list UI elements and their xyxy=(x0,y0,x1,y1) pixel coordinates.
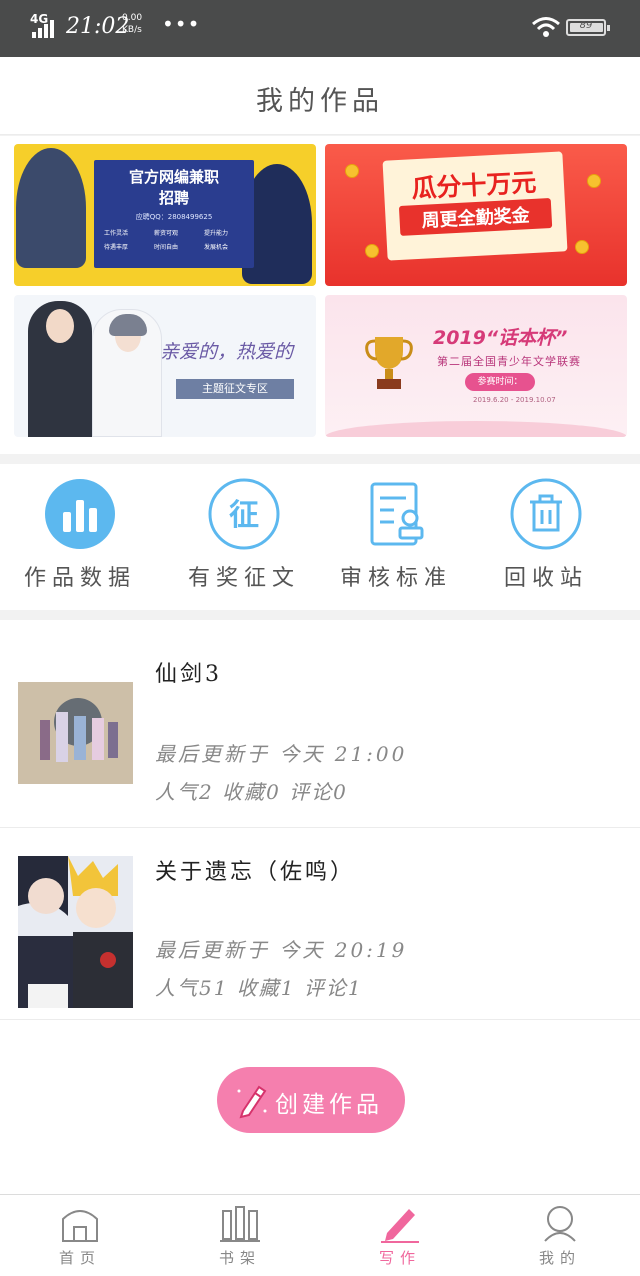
tab-label: 写作 xyxy=(378,1249,421,1267)
battery-icon: 89 xyxy=(566,19,610,36)
coin-icon xyxy=(587,174,601,188)
page-header: 我的作品 xyxy=(0,57,640,135)
decor-wave xyxy=(325,421,627,437)
quick-menu-recycle-bin[interactable]: 回收站 xyxy=(466,464,626,610)
banner-contact: 应聘QQ：2808499625 xyxy=(135,213,213,221)
banner-chip: 工作灵活 xyxy=(104,230,129,237)
work-title: 关于遗忘（佐鸣） xyxy=(155,860,356,885)
status-bar: 4G 21:02 0.00 KB/s ••• 89 xyxy=(0,0,640,57)
illustration-person xyxy=(28,301,92,437)
quick-menu: 作品数据 征 有奖征文 审核标准 回收站 xyxy=(0,464,640,610)
quick-menu-works-data[interactable]: 作品数据 xyxy=(0,464,160,610)
create-work-label: 创建作品 xyxy=(275,1092,383,1118)
work-cover-image xyxy=(18,682,133,784)
banner-subtitle: 主题征文专区 xyxy=(176,379,294,399)
tab-home[interactable]: 首页 xyxy=(0,1195,160,1276)
tab-label: 首页 xyxy=(58,1249,101,1267)
speed-unit: KB/s xyxy=(122,25,142,35)
bookshelf-icon xyxy=(220,1206,260,1242)
banner-tag: 参赛时间： xyxy=(465,373,535,391)
network-type: 4G xyxy=(30,12,49,26)
list-item[interactable]: 关于遗忘（佐鸣） 最后更新于 今天 20:19 人气51 收藏1 评论1 xyxy=(0,828,640,1020)
banner-chip: 时间自由 xyxy=(154,244,179,251)
bottom-tab-bar: 首页 书架 写作 我的 xyxy=(0,1194,640,1276)
coin-icon xyxy=(365,244,379,258)
banner-theme-contest[interactable]: 亲爱的，热爱的 主题征文专区 xyxy=(14,295,316,437)
quick-menu-label: 回收站 xyxy=(503,566,588,591)
more-notifications-icon: ••• xyxy=(162,12,201,36)
work-updated-time: 最后更新于 今天 20:19 xyxy=(155,938,408,962)
tab-write[interactable]: 写作 xyxy=(320,1195,480,1276)
svg-text:征: 征 xyxy=(229,498,259,533)
banner-subtitle: 第二届全国青少年文学联赛 xyxy=(437,355,581,368)
profile-icon xyxy=(544,1206,576,1242)
work-cover-image xyxy=(18,856,133,1008)
banner-youth-literature-contest[interactable]: 2019“话本杯” 第二届全国青少年文学联赛 参赛时间： 2019.6.20 -… xyxy=(325,295,627,437)
trash-icon xyxy=(510,478,582,550)
banner-date: 2019.6.20 - 2019.10.07 xyxy=(473,396,556,404)
clock: 21:02 xyxy=(66,14,130,39)
banner-title: 亲爱的，热爱的 xyxy=(160,341,294,363)
tab-bookshelf[interactable]: 书架 xyxy=(160,1195,320,1276)
banner-subtitle: 招聘 xyxy=(158,189,189,207)
banner-grid: 官方网编兼职 招聘 应聘QQ：2808499625 工作灵活 薪资可观 提升能力… xyxy=(0,136,640,454)
network-speed: 0.00 KB/s xyxy=(122,12,142,36)
illustration-person xyxy=(16,148,86,268)
page-title: 我的作品 xyxy=(256,86,384,117)
list-item[interactable]: 仙剑3 最后更新于 今天 21:00 人气2 收藏0 评论0 xyxy=(0,620,640,828)
banner-title: 2019“话本杯” xyxy=(433,327,568,349)
tab-label: 书架 xyxy=(218,1249,261,1267)
works-list: 仙剑3 最后更新于 今天 21:00 人气2 收藏0 评论0 关于遗忘（佐鸣） … xyxy=(0,620,640,1194)
review-standard-icon xyxy=(370,482,424,546)
bonus-card: 瓜分十万元 周更全勤奖金 xyxy=(382,151,568,261)
illustration-person xyxy=(92,309,162,437)
home-icon xyxy=(62,1210,98,1242)
banner-weekly-bonus[interactable]: 瓜分十万元 周更全勤奖金 xyxy=(325,144,627,286)
recruit-board: 官方网编兼职 招聘 应聘QQ：2808499625 工作灵活 薪资可观 提升能力… xyxy=(94,160,254,268)
wifi-icon xyxy=(532,17,560,37)
banner-chip: 发展机会 xyxy=(204,244,229,251)
banner-chip: 薪资可观 xyxy=(154,230,179,237)
banner-chip: 提升能力 xyxy=(204,230,229,237)
battery-level: 89 xyxy=(579,20,593,31)
quick-menu-review-standard[interactable]: 审核标准 xyxy=(316,464,476,610)
write-icon xyxy=(381,1209,419,1243)
coin-icon xyxy=(345,164,359,178)
coin-icon xyxy=(575,240,589,254)
create-work-button[interactable]: 创建作品 xyxy=(217,1067,405,1133)
quick-menu-label: 作品数据 xyxy=(23,566,136,591)
pencil-icon xyxy=(237,1085,267,1119)
quick-menu-prize-essay[interactable]: 征 有奖征文 xyxy=(164,464,324,610)
work-title: 仙剑3 xyxy=(155,662,222,687)
quick-menu-label: 审核标准 xyxy=(339,566,452,591)
banner-recruit-editor[interactable]: 官方网编兼职 招聘 应聘QQ：2808499625 工作灵活 薪资可观 提升能力… xyxy=(14,144,316,286)
contest-badge-icon: 征 xyxy=(208,478,280,550)
work-stats: 人气51 收藏1 评论1 xyxy=(155,976,363,1000)
quick-menu-label: 有奖征文 xyxy=(187,566,300,591)
work-updated-time: 最后更新于 今天 21:00 xyxy=(155,742,408,766)
trophy-icon xyxy=(365,337,413,389)
work-stats: 人气2 收藏0 评论0 xyxy=(155,780,348,804)
bar-chart-icon xyxy=(45,479,115,549)
tab-profile[interactable]: 我的 xyxy=(480,1195,640,1276)
banner-title: 官方网编兼职 xyxy=(128,168,219,186)
banner-chip: 待遇丰厚 xyxy=(104,244,129,251)
speed-value: 0.00 xyxy=(122,13,143,23)
tab-label: 我的 xyxy=(538,1249,581,1267)
